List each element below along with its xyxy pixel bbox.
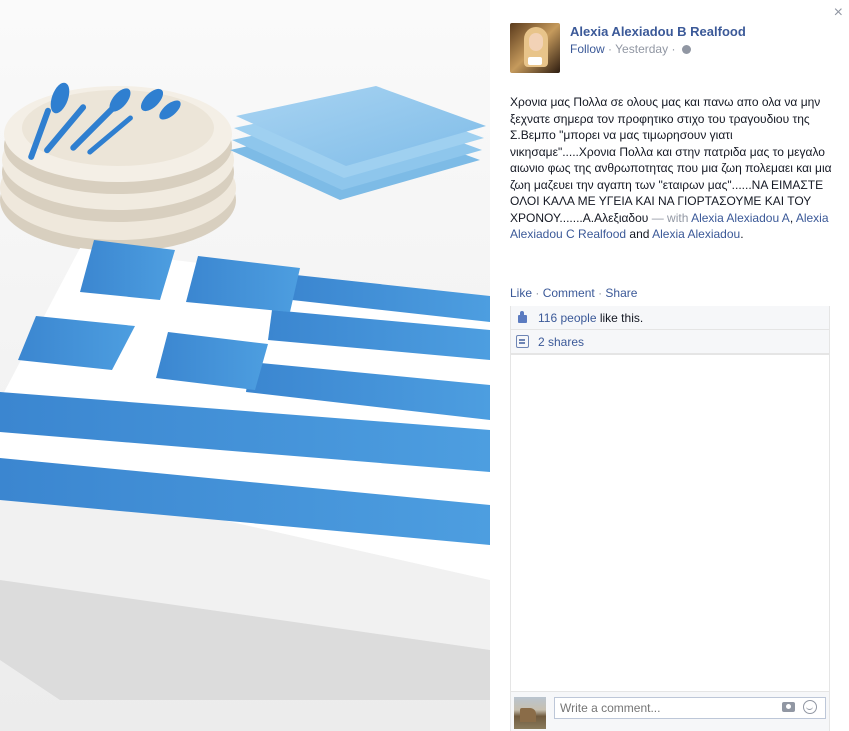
post-actions: Like · Comment · Share xyxy=(510,286,637,300)
current-user-avatar xyxy=(514,697,546,729)
tagged-user-link[interactable]: Alexia Alexiadou A xyxy=(691,211,790,225)
meta-separator: · xyxy=(608,42,613,56)
greek-flag-cake-image xyxy=(0,0,490,731)
meta-separator: · xyxy=(671,42,676,56)
emoji-icon[interactable] xyxy=(803,700,817,714)
author-name-link[interactable]: Alexia Alexiadou B Realfood xyxy=(570,24,746,39)
post-body: Χρονια μας Πολλα σε ολους μας και πανω α… xyxy=(510,95,832,225)
post-message: Χρονια μας Πολλα σε ολους μας και πανω α… xyxy=(510,94,832,243)
flag-cake xyxy=(0,240,490,700)
thumbs-up-icon xyxy=(516,311,529,324)
author-meta: Alexia Alexiadou B Realfood Follow · Yes… xyxy=(570,24,746,73)
post-side-panel: × Alexia Alexiadou B Realfood Follow · Y… xyxy=(490,0,849,731)
shares-link[interactable]: 2 shares xyxy=(538,335,584,349)
comma: , xyxy=(789,210,794,225)
likes-row: 116 people like this. xyxy=(511,306,829,330)
shares-row: 2 shares xyxy=(511,330,829,354)
post-photo[interactable] xyxy=(0,0,490,731)
likes-text: like this. xyxy=(599,310,644,325)
globe-icon[interactable] xyxy=(681,45,691,54)
likers-link[interactable]: 116 people xyxy=(538,311,597,325)
share-icon xyxy=(516,335,529,348)
and-text: and xyxy=(629,227,650,241)
follow-link[interactable]: Follow xyxy=(570,42,605,56)
period: . xyxy=(740,227,744,241)
action-separator: · xyxy=(535,286,540,300)
plates xyxy=(0,86,236,252)
post-timestamp[interactable]: Yesterday xyxy=(615,42,668,56)
comment-link[interactable]: Comment xyxy=(543,286,595,300)
post-meta: Follow · Yesterday · xyxy=(570,42,746,56)
tagged-user-link[interactable]: Alexia Alexiadou xyxy=(652,227,740,241)
like-link[interactable]: Like xyxy=(510,286,532,300)
with-prefix: — with xyxy=(651,210,689,225)
post-author: Alexia Alexiadou B Realfood Follow · Yes… xyxy=(510,23,746,73)
action-separator: · xyxy=(598,286,603,300)
comment-composer xyxy=(511,691,829,731)
camera-icon[interactable] xyxy=(782,702,795,712)
share-link[interactable]: Share xyxy=(605,286,637,300)
feedback-box: 116 people like this. 2 shares xyxy=(510,306,830,731)
close-icon[interactable]: × xyxy=(834,4,843,22)
author-avatar[interactable] xyxy=(510,23,560,73)
comments-list xyxy=(511,354,829,692)
